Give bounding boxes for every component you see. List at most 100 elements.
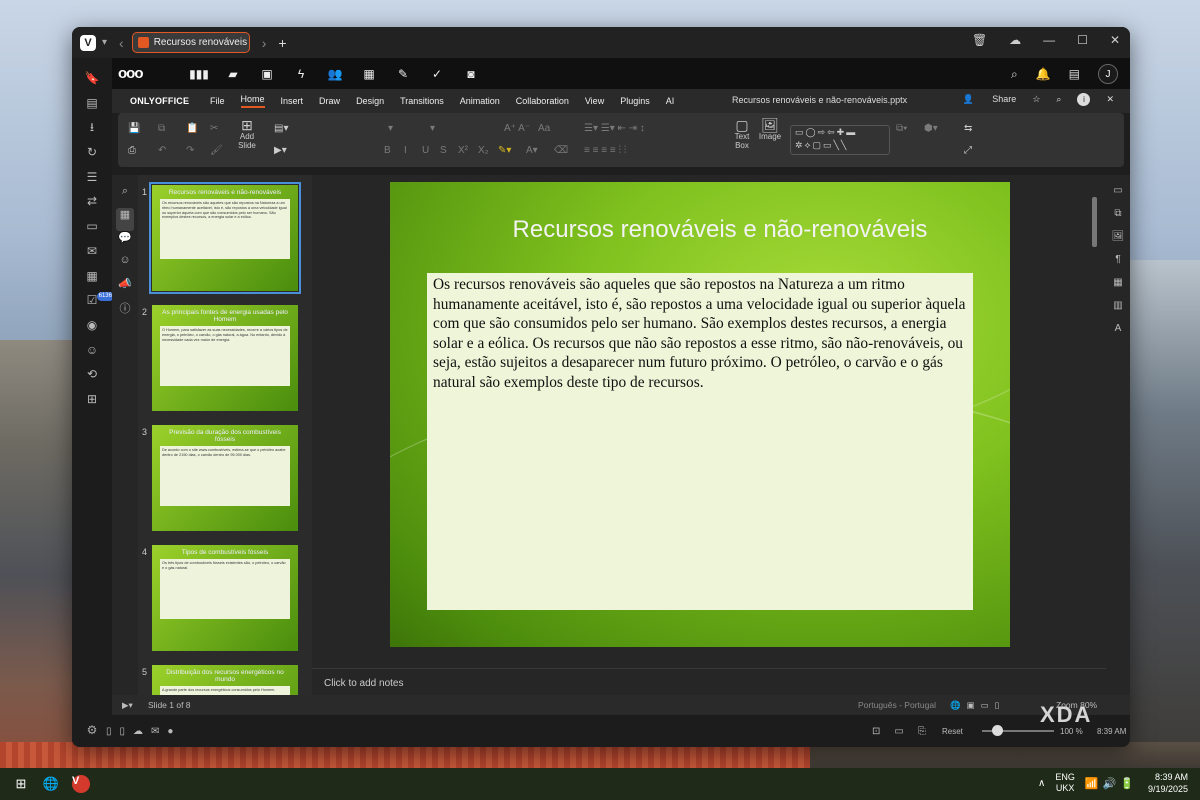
window-icon[interactable]: ▭ [86, 214, 97, 239]
slide-scrollbar[interactable] [1092, 187, 1098, 647]
slide-show-icon[interactable]: ▶▾ [274, 145, 287, 156]
maximize-button[interactable]: ☐ [1077, 33, 1088, 47]
chat-icon[interactable]: ☺ [119, 254, 130, 277]
clear-style-icon[interactable]: ⌫ [554, 145, 568, 156]
reading-list-icon[interactable]: ☰ [87, 165, 98, 190]
notes-icon[interactable]: ▤ [86, 91, 97, 116]
new-tab-button[interactable]: + [278, 35, 286, 51]
tab-design[interactable]: Design [356, 96, 384, 106]
translate-icon[interactable]: ⇄ [87, 189, 97, 214]
align-left-icon[interactable]: ≡ ≡ ≡ ≡ ⫶ ⫶ [584, 145, 626, 156]
shapes-gallery[interactable]: ▭◯⇨⇦✚▬ ✲⟡▢▭╲╲ [790, 125, 890, 155]
contacts-icon[interactable]: ☺ [86, 338, 98, 363]
notifications-bell-icon[interactable]: 🔔 [1036, 67, 1051, 81]
bold-icon[interactable]: B [384, 145, 391, 156]
files-app-icon[interactable]: ▰ [216, 67, 250, 81]
share-button[interactable]: 👤 Share [963, 94, 1017, 105]
input-language[interactable]: ENG UKX [1055, 772, 1075, 794]
contacts-menu-icon[interactable]: ▤ [1069, 67, 1080, 81]
menu-chevron-icon[interactable]: ▾ [102, 37, 107, 48]
favorite-star-icon[interactable]: ☆ [1032, 94, 1040, 105]
network-volume-battery-icons[interactable]: 📶🔊🔋 [1085, 777, 1138, 790]
settings-gear-icon[interactable]: ⚙ [87, 723, 98, 737]
bookmark-icon[interactable]: 🔖 [85, 66, 100, 91]
panel-toggle-icons[interactable]: ▯▯☁✉● [106, 726, 181, 737]
about-icon[interactable]: ⓘ [120, 300, 131, 323]
slide-thumbnail[interactable]: 5 Distribuição dos recursos energéticos … [142, 665, 298, 695]
format-painter-icon[interactable]: 🖌 [210, 145, 223, 156]
slides-panel-icon[interactable]: ▦ [116, 208, 134, 231]
redo-icon[interactable]: ↷ [186, 145, 194, 156]
calendar-app-icon[interactable]: ▦ [352, 67, 386, 81]
tab-insert[interactable]: Insert [281, 96, 304, 106]
slide-thumbnail[interactable]: 2 As principais fontes de energia usadas… [142, 305, 298, 415]
photos-app-icon[interactable]: ▣ [250, 67, 284, 81]
font-name-dropdown[interactable]: ▾ [388, 123, 393, 134]
slide-thumbnail[interactable]: 3 Previsão da duração dos combustíveis f… [142, 425, 298, 535]
browser-globe-icon[interactable]: 🌐 [40, 773, 62, 795]
tab-home[interactable]: Home [240, 94, 265, 108]
slide-body-text[interactable]: Os recursos renováveis são aqueles que s… [427, 273, 973, 610]
history-icon[interactable]: ↻ [87, 140, 97, 165]
page-zoom-knob[interactable] [992, 725, 1003, 736]
announcement-icon[interactable]: 📣 [118, 277, 132, 300]
table-settings-icon[interactable]: ▦ [1113, 277, 1122, 300]
slide-title[interactable]: Recursos renováveis e não-renováveis [430, 216, 1010, 244]
view-mode-icons[interactable]: 🌐▣▭▯ [950, 700, 1005, 711]
scrollbar-thumb[interactable] [1092, 197, 1097, 247]
print-icon[interactable]: ⎙ [128, 145, 136, 156]
tab-file[interactable]: File [210, 96, 225, 106]
tab-animation[interactable]: Animation [460, 96, 500, 106]
tab-collaboration[interactable]: Collaboration [516, 96, 569, 106]
save-icon[interactable]: 💾 [128, 123, 140, 134]
tab-back-icon[interactable]: ‹ [119, 35, 124, 51]
tab-view[interactable]: View [585, 96, 604, 106]
system-clock[interactable]: 8:39 AM 9/19/2025 [1148, 771, 1188, 795]
vivaldi-taskbar-button[interactable]: V [70, 773, 92, 795]
tasks-app-icon[interactable]: ✓ [420, 67, 454, 81]
font-size-dropdown[interactable]: ▾ [430, 123, 435, 134]
deck-app-icon[interactable]: ◙ [454, 67, 488, 81]
change-case-icon[interactable]: Aa [538, 123, 550, 134]
select-all-icon[interactable]: ⤢ [964, 145, 972, 156]
zoom-reset-button[interactable]: Reset [942, 727, 963, 736]
activity-app-icon[interactable]: ϟ [284, 67, 318, 81]
text-box-button[interactable]: ▢ Text Box [730, 118, 754, 150]
search-icon[interactable]: ⌕ [1011, 67, 1018, 82]
image-settings-icon[interactable]: 🖼 [1112, 231, 1125, 254]
shape-settings-icon[interactable]: ⧉ [1114, 208, 1121, 231]
nextcloud-logo[interactable]: ooo [118, 65, 168, 82]
contacts-app-icon[interactable]: 👥 [318, 67, 352, 81]
subscript-icon[interactable]: X₂ [478, 145, 489, 156]
search-doc-icon[interactable]: ⌕ [1056, 94, 1061, 105]
search-panel-icon[interactable]: ⌕ [122, 185, 128, 208]
font-color-icon[interactable]: A▾ [526, 145, 538, 156]
tab-plugins[interactable]: Plugins [620, 96, 650, 106]
superscript-icon[interactable]: X² [458, 145, 468, 156]
capture-tools-icons[interactable]: ⊡▭⎘ [872, 726, 940, 737]
tab-forward-icon[interactable]: › [262, 35, 267, 51]
notes-area[interactable]: Click to add notes [312, 668, 1106, 695]
cut-icon[interactable]: ✂ [210, 123, 218, 134]
tasks-icon[interactable]: ☑ 6136 [87, 288, 114, 313]
add-slide-button[interactable]: ⊞ Add Slide [234, 118, 260, 150]
layout-icon[interactable]: ▤▾ [274, 123, 288, 134]
user-avatar[interactable]: J [1098, 64, 1118, 84]
vivaldi-menu-icon[interactable]: V [80, 34, 96, 51]
dashboard-app-icon[interactable]: ▮▮▮ [182, 67, 216, 81]
strikethrough-icon[interactable]: S [440, 145, 447, 156]
notes-app-icon[interactable]: ✎ [386, 67, 420, 81]
tab-ai[interactable]: AI [666, 96, 675, 106]
highlight-color-icon[interactable]: ✎▾ [498, 145, 511, 156]
web-panel-icon[interactable]: ⟲ [87, 362, 97, 387]
feed-icon[interactable]: ◉ [87, 313, 97, 338]
start-slideshow-icon[interactable]: ▶▾ [122, 700, 133, 711]
underline-icon[interactable]: U [422, 145, 429, 156]
undo-icon[interactable]: ↶ [158, 145, 166, 156]
image-button[interactable]: 🖼 Image [756, 118, 784, 141]
slide-settings-icon[interactable]: ▭ [1113, 185, 1122, 208]
close-window-button[interactable]: ✕ [1110, 33, 1120, 47]
replace-icon[interactable]: ⇆ [964, 123, 972, 134]
slide-thumbnail[interactable]: 1 Recursos renováveis e não-renováveis O… [142, 182, 301, 295]
downloads-icon[interactable]: ⭳ [90, 115, 94, 140]
